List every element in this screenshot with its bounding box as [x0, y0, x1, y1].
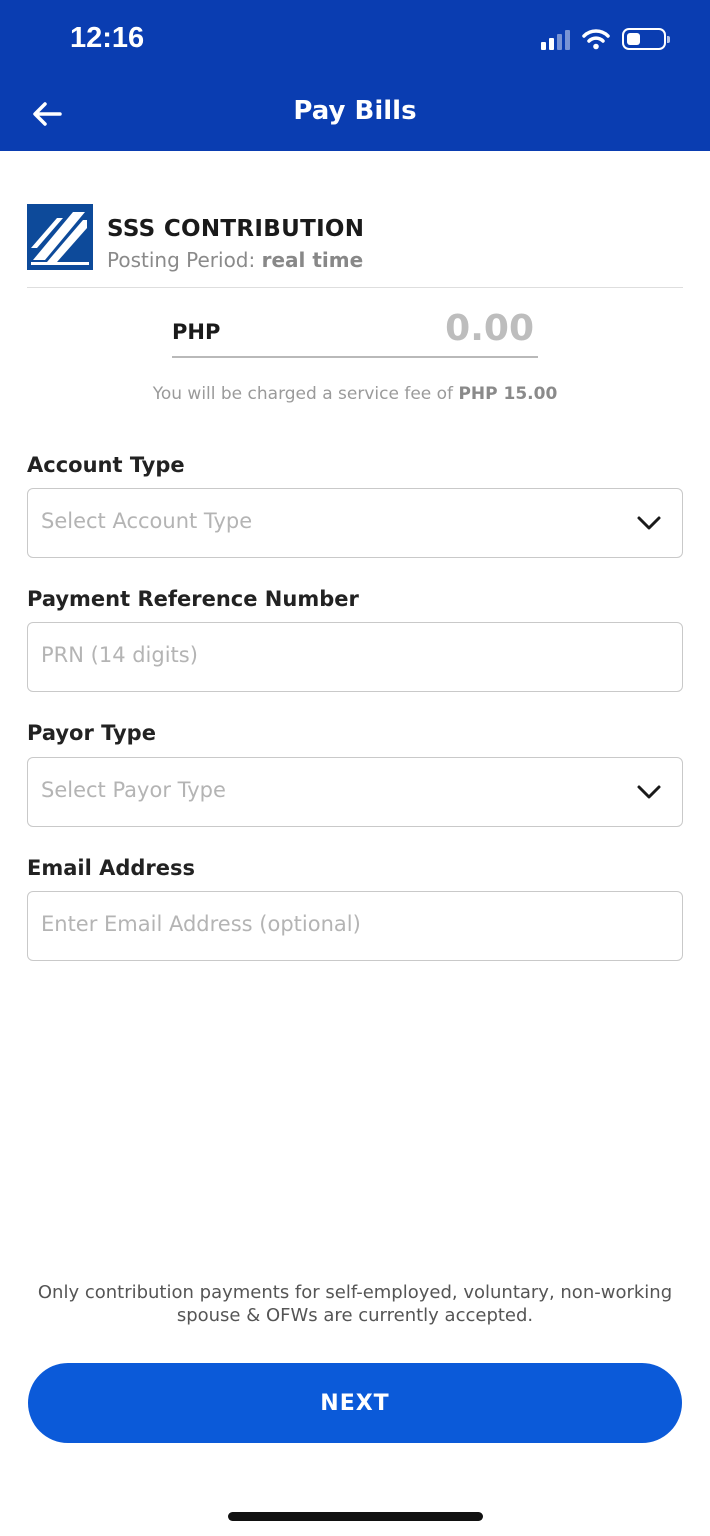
biller-info: SSS CONTRIBUTION Posting Period: real ti…	[27, 204, 683, 288]
payor-type-select[interactable]: Select Payor Type	[27, 757, 683, 827]
email-input[interactable]: Enter Email Address (optional)	[27, 891, 683, 961]
payor-type-placeholder: Select Payor Type	[41, 778, 226, 802]
posting-period: Posting Period: real time	[107, 248, 363, 272]
amount-input[interactable]: PHP 0.00	[172, 304, 538, 358]
service-fee-text: You will be charged a service fee of	[152, 384, 454, 404]
currency-label: PHP	[172, 320, 221, 344]
service-fee-amount: PHP 15.00	[458, 384, 558, 404]
cellular-signal-icon	[541, 28, 570, 50]
home-indicator[interactable]	[228, 1512, 483, 1521]
posting-period-label: Posting Period:	[107, 248, 256, 272]
page-title: Pay Bills	[293, 96, 417, 126]
status-time: 12:16	[70, 22, 145, 54]
amount-value[interactable]: 0.00	[445, 308, 534, 349]
wifi-icon	[582, 29, 610, 50]
account-type-placeholder: Select Account Type	[41, 509, 253, 533]
payor-type-label: Payor Type	[27, 721, 156, 745]
email-placeholder: Enter Email Address (optional)	[41, 912, 361, 936]
prn-label: Payment Reference Number	[27, 587, 359, 611]
chevron-down-icon	[637, 516, 661, 530]
next-button[interactable]: NEXT	[28, 1363, 682, 1443]
service-fee-note: You will be charged a service fee of PHP…	[0, 384, 710, 404]
posting-period-value: real time	[261, 248, 364, 272]
prn-placeholder: PRN (14 digits)	[41, 643, 198, 667]
sss-logo	[27, 204, 93, 270]
account-type-label: Account Type	[27, 453, 185, 477]
app-header: 12:16 Pay Bills	[0, 0, 710, 151]
biller-name: SSS CONTRIBUTION	[107, 216, 365, 242]
prn-input[interactable]: PRN (14 digits)	[27, 622, 683, 692]
email-label: Email Address	[27, 856, 196, 880]
eligibility-disclaimer: Only contribution payments for self-empl…	[37, 1282, 673, 1326]
battery-icon	[622, 28, 670, 50]
chevron-down-icon	[637, 785, 661, 799]
status-icons	[541, 28, 670, 50]
account-type-select[interactable]: Select Account Type	[27, 488, 683, 558]
